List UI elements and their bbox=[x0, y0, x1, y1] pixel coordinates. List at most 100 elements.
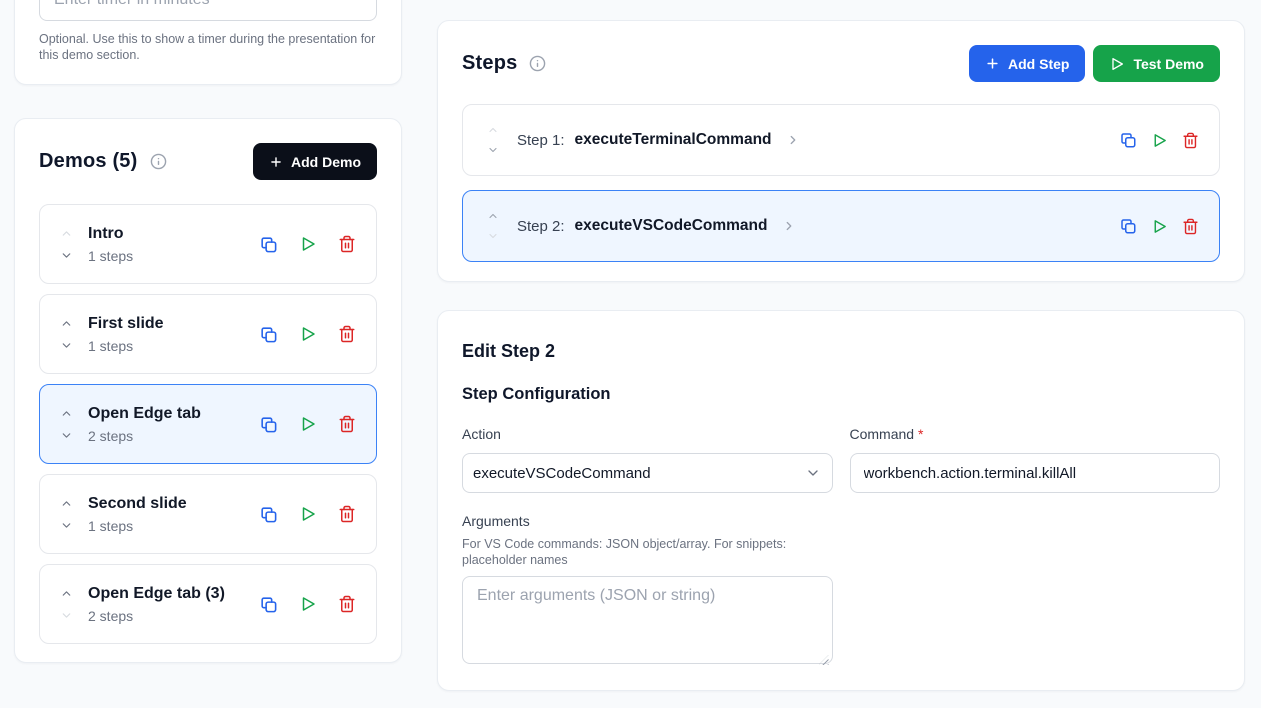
demo-list: Intro 1 steps First slide 1 steps bbox=[39, 204, 377, 644]
demo-move-down-button[interactable] bbox=[60, 429, 73, 442]
demo-move-down-button[interactable] bbox=[60, 519, 73, 532]
edit-step-title: Edit Step 2 bbox=[462, 341, 1220, 362]
arguments-helper-text: For VS Code commands: JSON object/array.… bbox=[462, 536, 809, 568]
plus-icon bbox=[269, 155, 283, 169]
edit-step-card: Edit Step 2 Step Configuration Action ex… bbox=[437, 310, 1245, 691]
duplicate-demo-button[interactable] bbox=[259, 325, 278, 344]
demo-move-up-button[interactable] bbox=[60, 317, 73, 330]
demo-list-item[interactable]: Open Edge tab 2 steps bbox=[39, 384, 377, 464]
info-icon[interactable] bbox=[150, 153, 167, 170]
demo-step-count: 1 steps bbox=[88, 518, 187, 535]
demo-info: Open Edge tab 2 steps bbox=[88, 403, 201, 445]
info-icon[interactable] bbox=[529, 55, 546, 72]
delete-step-button[interactable] bbox=[1182, 218, 1199, 235]
duplicate-demo-button[interactable] bbox=[259, 415, 278, 434]
demo-info: Second slide 1 steps bbox=[88, 493, 187, 535]
step-reorder-controls bbox=[485, 124, 501, 156]
arguments-field-group: Arguments For VS Code commands: JSON obj… bbox=[462, 513, 833, 669]
step-list-item[interactable]: Step 2: executeVSCodeCommand bbox=[462, 190, 1220, 262]
command-label: Command * bbox=[850, 426, 1221, 443]
demo-move-down-button[interactable] bbox=[60, 249, 73, 262]
demo-actions bbox=[259, 415, 356, 434]
demo-move-up-button[interactable] bbox=[60, 227, 73, 240]
timer-card: Optional. Use this to show a timer durin… bbox=[14, 0, 402, 85]
add-step-label: Add Step bbox=[1008, 56, 1069, 72]
duplicate-step-button[interactable] bbox=[1119, 217, 1137, 235]
step-move-up-button[interactable] bbox=[487, 210, 499, 222]
demo-list-item[interactable]: Intro 1 steps bbox=[39, 204, 377, 284]
demo-move-up-button[interactable] bbox=[60, 497, 73, 510]
plus-icon bbox=[985, 56, 1000, 71]
play-demo-button[interactable] bbox=[299, 415, 317, 433]
timer-input[interactable] bbox=[39, 0, 377, 21]
command-field-group: Command * bbox=[850, 426, 1221, 493]
play-step-button[interactable] bbox=[1151, 132, 1168, 149]
demo-name: Second slide bbox=[88, 493, 187, 515]
demo-name: First slide bbox=[88, 313, 164, 335]
test-demo-label: Test Demo bbox=[1133, 56, 1204, 72]
arguments-textarea[interactable] bbox=[462, 576, 833, 664]
step-list-item[interactable]: Step 1: executeTerminalCommand bbox=[462, 104, 1220, 176]
demo-step-count: 2 steps bbox=[88, 608, 225, 625]
demo-reorder-controls bbox=[58, 587, 74, 622]
demo-reorder-controls bbox=[58, 497, 74, 532]
play-icon bbox=[1109, 56, 1125, 72]
demo-move-down-button[interactable] bbox=[60, 609, 73, 622]
add-step-button[interactable]: Add Step bbox=[969, 45, 1085, 82]
step-actions bbox=[1119, 131, 1199, 149]
add-demo-label: Add Demo bbox=[291, 154, 361, 170]
demo-info: First slide 1 steps bbox=[88, 313, 164, 355]
demo-actions bbox=[259, 505, 356, 524]
arguments-label: Arguments bbox=[462, 513, 833, 530]
delete-demo-button[interactable] bbox=[338, 235, 356, 253]
command-input[interactable] bbox=[850, 453, 1221, 493]
chevron-right-icon[interactable] bbox=[782, 219, 796, 233]
demo-actions bbox=[259, 595, 356, 614]
timer-helper-text: Optional. Use this to show a timer durin… bbox=[39, 31, 377, 63]
demo-info: Intro 1 steps bbox=[88, 223, 133, 265]
demos-header: Demos (5) Add Demo bbox=[39, 143, 377, 180]
demos-title: Demos (5) bbox=[39, 150, 138, 173]
step-actions bbox=[1119, 217, 1199, 235]
demo-list-item[interactable]: First slide 1 steps bbox=[39, 294, 377, 374]
play-demo-button[interactable] bbox=[299, 235, 317, 253]
steps-header: Steps Add Step Test Demo bbox=[462, 45, 1220, 82]
play-demo-button[interactable] bbox=[299, 325, 317, 343]
test-demo-button[interactable]: Test Demo bbox=[1093, 45, 1220, 82]
action-label: Action bbox=[462, 426, 833, 443]
step-config-form: Action executeVSCodeCommand Command * bbox=[462, 426, 1220, 493]
demo-info: Open Edge tab (3) 2 steps bbox=[88, 583, 225, 625]
demo-list-item[interactable]: Second slide 1 steps bbox=[39, 474, 377, 554]
delete-step-button[interactable] bbox=[1182, 132, 1199, 149]
step-move-down-button[interactable] bbox=[487, 230, 499, 242]
play-demo-button[interactable] bbox=[299, 505, 317, 523]
demo-reorder-controls bbox=[58, 227, 74, 262]
demo-reorder-controls bbox=[58, 407, 74, 442]
duplicate-step-button[interactable] bbox=[1119, 131, 1137, 149]
step-move-up-button[interactable] bbox=[487, 124, 499, 136]
step-name: executeTerminalCommand bbox=[575, 131, 772, 149]
chevron-right-icon[interactable] bbox=[786, 133, 800, 147]
demos-card: Demos (5) Add Demo Intro bbox=[14, 118, 402, 663]
duplicate-demo-button[interactable] bbox=[259, 595, 278, 614]
demo-name: Open Edge tab bbox=[88, 403, 201, 425]
play-demo-button[interactable] bbox=[299, 595, 317, 613]
left-sidebar: Optional. Use this to show a timer durin… bbox=[14, 0, 402, 663]
demo-move-up-button[interactable] bbox=[60, 587, 73, 600]
delete-demo-button[interactable] bbox=[338, 415, 356, 433]
demo-actions bbox=[259, 325, 356, 344]
step-label: Step 1: bbox=[517, 132, 565, 149]
demo-move-down-button[interactable] bbox=[60, 339, 73, 352]
step-configuration-title: Step Configuration bbox=[462, 384, 1220, 404]
step-move-down-button[interactable] bbox=[487, 144, 499, 156]
demo-list-item[interactable]: Open Edge tab (3) 2 steps bbox=[39, 564, 377, 644]
add-demo-button[interactable]: Add Demo bbox=[253, 143, 377, 180]
delete-demo-button[interactable] bbox=[338, 505, 356, 523]
delete-demo-button[interactable] bbox=[338, 325, 356, 343]
demo-move-up-button[interactable] bbox=[60, 407, 73, 420]
duplicate-demo-button[interactable] bbox=[259, 235, 278, 254]
delete-demo-button[interactable] bbox=[338, 595, 356, 613]
play-step-button[interactable] bbox=[1151, 218, 1168, 235]
action-select[interactable]: executeVSCodeCommand bbox=[462, 453, 833, 493]
duplicate-demo-button[interactable] bbox=[259, 505, 278, 524]
